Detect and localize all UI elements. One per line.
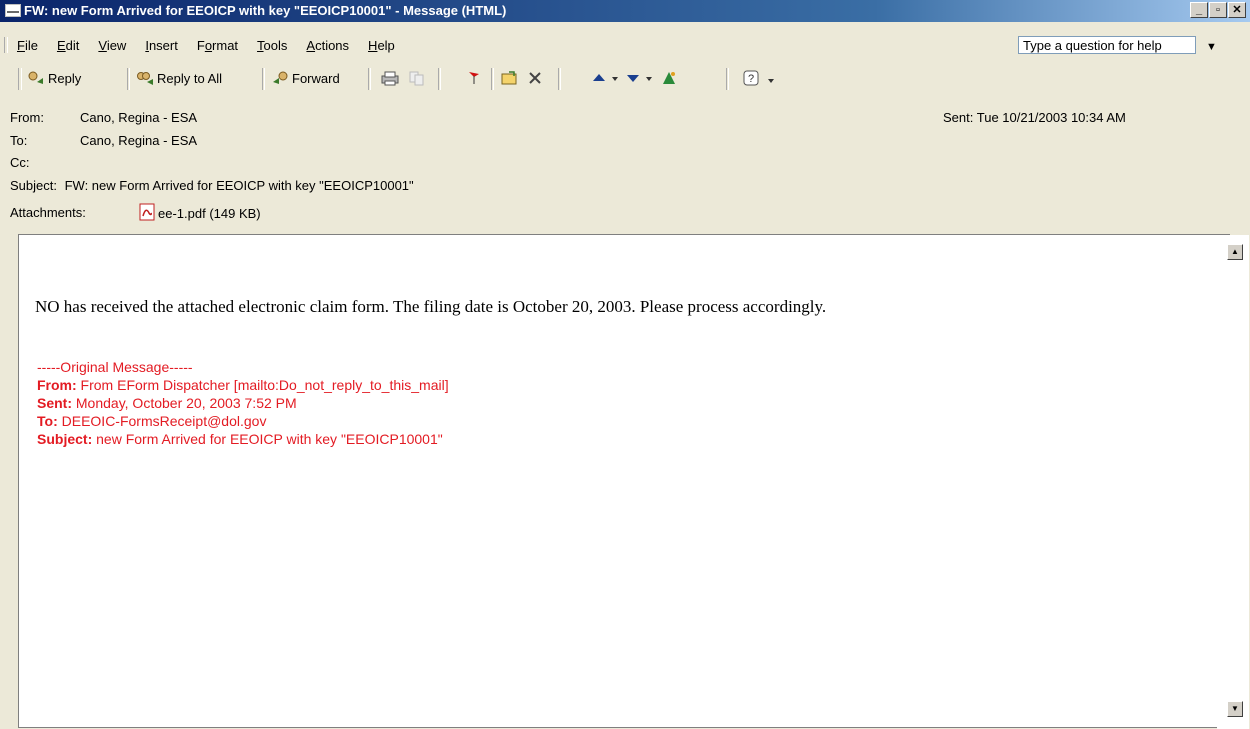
window-title: FW: new Form Arrived for EEOICP with key… <box>24 3 507 18</box>
menu-item[interactable]: Actions <box>306 38 349 53</box>
arrow-down-icon <box>626 70 644 86</box>
sent-row: Sent: Tue 10/21/2003 10:34 AM <box>943 110 1126 125</box>
toolbar-separator <box>438 68 441 90</box>
printer-icon <box>380 70 399 86</box>
move-to-folder-button[interactable] <box>500 67 521 89</box>
attachment-name: ee-1.pdf (149 KB) <box>158 206 261 221</box>
original-sent-value: Monday, October 20, 2003 7:52 PM <box>72 395 297 411</box>
menu-item[interactable]: Edit <box>57 38 79 53</box>
reply-all-label: Reply to All <box>157 70 223 86</box>
original-sent-row: Sent: Monday, October 20, 2003 7:52 PM <box>37 395 297 411</box>
menu-item[interactable]: View <box>98 38 126 53</box>
toolbar-separator <box>491 68 494 90</box>
chevron-down-icon <box>644 70 654 86</box>
original-subject-row: Subject: new Form Arrived for EEOICP wit… <box>37 431 443 447</box>
delete-icon <box>527 70 545 86</box>
to-label: To: <box>10 133 28 148</box>
sent-value: Tue 10/21/2003 10:34 AM <box>976 110 1126 125</box>
original-to-label: To: <box>37 413 58 429</box>
to-row: To: Cano, Regina - ESA <box>10 133 197 148</box>
follow-up-flag-button[interactable] <box>466 67 487 89</box>
original-from-value: From EForm Dispatcher [mailto:Do_not_rep… <box>76 377 449 393</box>
reply-icon <box>27 70 45 86</box>
message-body[interactable]: NO has received the attached electronic … <box>18 234 1249 729</box>
arrow-up-icon <box>592 70 610 86</box>
subject-label: Subject: <box>10 178 57 193</box>
delete-button[interactable] <box>527 67 548 89</box>
scroll-down-button[interactable]: ▼ <box>1227 701 1243 717</box>
original-subject-label: Subject: <box>37 431 93 447</box>
forward-label: Forward <box>292 70 340 86</box>
message-text: NO has received the attached electronic … <box>35 297 827 316</box>
reply-label: Reply <box>48 70 82 86</box>
subject-value: FW: new Form Arrived for EEOICP with key… <box>64 178 414 193</box>
from-row: From: Cano, Regina - ESA <box>10 110 197 125</box>
from-label: From: <box>10 110 44 125</box>
attachments-row: Attachments: ee-1.pdf (149 KB) <box>10 203 261 221</box>
help-icon: ? <box>743 70 761 86</box>
menu-bar: File Edit View Insert Format Tools Actions Help… <box>0 33 1250 57</box>
to-value[interactable]: Cano, Regina - ESA <box>80 133 197 148</box>
subject-row: Subject: FW: new Form Arrived for EEOICP… <box>10 178 414 193</box>
scroll-up-button[interactable]: ▲ <box>1227 244 1243 260</box>
pdf-file-icon <box>138 203 156 224</box>
attachment-item[interactable]: ee-1.pdf (149 KB) <box>138 203 261 224</box>
sent-label: Sent: <box>943 110 974 125</box>
title-bar: FW: new Form Arrived for EEOICP with key… <box>0 0 1250 22</box>
menu-grip[interactable] <box>4 37 8 53</box>
original-from-label: From: <box>37 377 77 393</box>
menu-items: File Edit View Insert Format Tools Actions Help <box>17 38 414 53</box>
reply-all-button[interactable]: Reply to All <box>136 67 222 89</box>
cc-row: Cc: <box>10 155 30 170</box>
toolbar: Reply Reply to All Forward ? <box>0 60 1250 94</box>
previous-item-dropdown[interactable] <box>610 67 623 89</box>
reply-all-icon <box>136 70 154 86</box>
menu-item[interactable]: Format <box>197 38 238 53</box>
svg-text:?: ? <box>748 73 754 85</box>
next-item-dropdown[interactable] <box>644 67 657 89</box>
toolbar-grip[interactable] <box>18 68 22 90</box>
chevron-down-icon <box>766 70 776 86</box>
toolbar-separator <box>726 68 729 90</box>
close-button[interactable]: ✕ <box>1228 2 1246 18</box>
print-button[interactable] <box>380 67 401 89</box>
attachments-label: Attachments: <box>10 205 86 220</box>
from-value[interactable]: Cano, Regina - ESA <box>80 110 197 125</box>
forward-icon <box>271 70 289 86</box>
original-subject-value: new Form Arrived for EEOICP with key "EE… <box>92 431 443 447</box>
chevron-down-icon[interactable]: ▼ <box>1206 41 1217 53</box>
address-book-icon <box>660 70 678 86</box>
original-from-row: From: From EForm Dispatcher [mailto:Do_n… <box>37 377 449 393</box>
menu-item[interactable]: Tools <box>257 38 287 53</box>
menu-item[interactable]: File <box>17 38 38 53</box>
vertical-scrollbar[interactable]: ▲ ▼ <box>1217 235 1249 729</box>
help-search-input[interactable]: Type a question for help <box>1018 36 1196 54</box>
original-sent-label: Sent: <box>37 395 72 411</box>
maximize-button[interactable]: ▫ <box>1209 2 1227 18</box>
reply-button[interactable]: Reply <box>27 67 81 89</box>
address-book-button[interactable] <box>660 67 681 89</box>
forward-button[interactable]: Forward <box>271 67 340 89</box>
toolbar-separator <box>262 68 265 90</box>
move-to-folder-icon <box>500 70 518 86</box>
original-to-row: To: DEEOIC-FormsReceipt@dol.gov <box>37 413 266 429</box>
menu-item[interactable]: Insert <box>145 38 178 53</box>
toolbar-separator <box>368 68 371 90</box>
menu-item[interactable]: Help <box>368 38 395 53</box>
toolbar-separator <box>127 68 130 90</box>
copy-icon <box>408 70 426 86</box>
help-button[interactable]: ? <box>743 67 764 89</box>
toolbar-separator <box>558 68 561 90</box>
copy-button[interactable] <box>408 67 429 89</box>
original-message-divider: -----Original Message----- <box>37 359 193 375</box>
flag-icon <box>466 70 484 86</box>
chevron-down-icon <box>610 70 620 86</box>
toolbar-options-dropdown[interactable] <box>766 67 779 89</box>
minimize-button[interactable]: _ <box>1190 2 1208 18</box>
envelope-icon <box>5 4 21 17</box>
cc-label: Cc: <box>10 155 30 170</box>
original-to-value[interactable]: DEEOIC-FormsReceipt@dol.gov <box>58 413 267 429</box>
window-controls: _ ▫ ✕ <box>1190 2 1246 18</box>
